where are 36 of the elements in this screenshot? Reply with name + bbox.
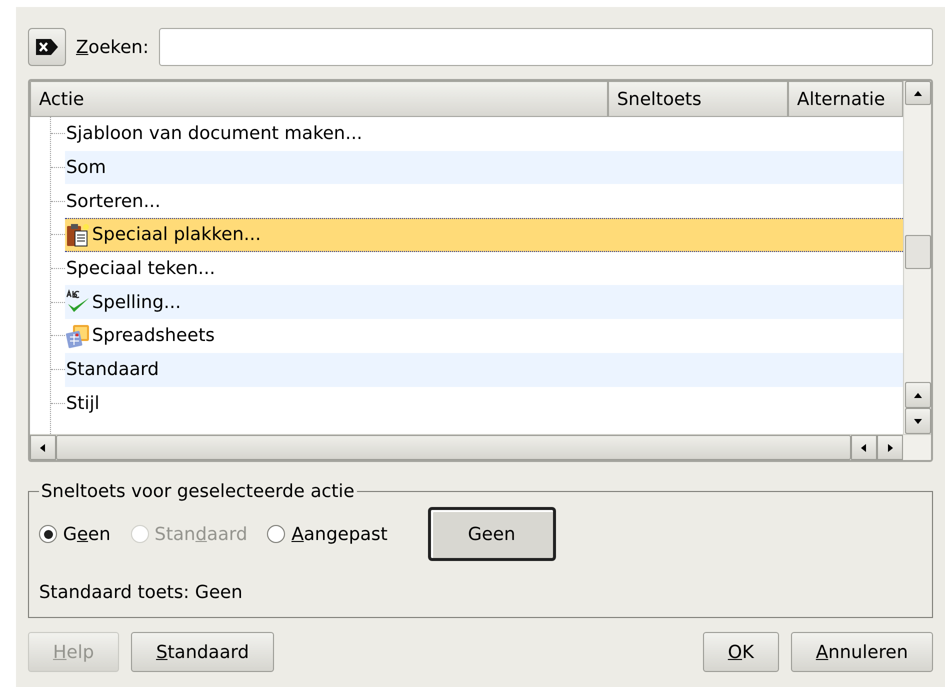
search-label: Zoeken:: [76, 36, 149, 60]
vertical-scrollbar[interactable]: [903, 81, 931, 434]
option-label: Standaard: [154, 522, 248, 546]
groupbox-title: Sneltoets voor geselecteerde actie: [40, 480, 356, 504]
search-field[interactable]: [158, 28, 933, 66]
clear-search-button[interactable]: [28, 28, 66, 66]
scroll-left-button[interactable]: [851, 435, 877, 460]
column-header[interactable]: Alternatie: [788, 81, 903, 117]
scrollbar-thumb[interactable]: [904, 235, 930, 269]
radio-button[interactable]: [267, 525, 286, 543]
dialog-button[interactable]: OK: [702, 632, 779, 672]
scroll-right-button[interactable]: [877, 435, 903, 460]
scrollbar-thumb[interactable]: [56, 435, 851, 460]
dialog-button[interactable]: Standaard: [131, 632, 274, 672]
dialog-button[interactable]: Annuleren: [790, 632, 933, 672]
default-key-label: Standaard toets: Geen: [39, 581, 244, 605]
action-row[interactable]: Standaard: [65, 352, 903, 386]
action-row[interactable]: Speciaal plakken...: [65, 218, 903, 252]
radio-option[interactable]: Aangepast: [267, 520, 388, 548]
column-header[interactable]: Sneltoets: [608, 81, 788, 117]
key-capture-button[interactable]: Geen: [428, 507, 556, 561]
option-label: Geen: [63, 522, 111, 546]
spreadsheet-icon: [65, 322, 91, 349]
radio-option[interactable]: Geen: [39, 520, 111, 548]
scroll-up-button[interactable]: [904, 81, 930, 105]
action-row[interactable]: Spelling...: [65, 285, 903, 320]
clear-icon: [35, 38, 59, 56]
horizontal-scrollbar[interactable]: [30, 434, 931, 460]
action-row[interactable]: Som: [65, 150, 903, 184]
scroll-left-button[interactable]: [30, 435, 56, 460]
option-label: Aangepast: [291, 522, 388, 546]
column-header[interactable]: Actie: [30, 81, 608, 117]
scroll-down-button[interactable]: [904, 408, 930, 434]
radio-button[interactable]: [39, 525, 57, 543]
clipboard-icon: [65, 222, 91, 248]
scroll-up-button[interactable]: [904, 382, 930, 408]
